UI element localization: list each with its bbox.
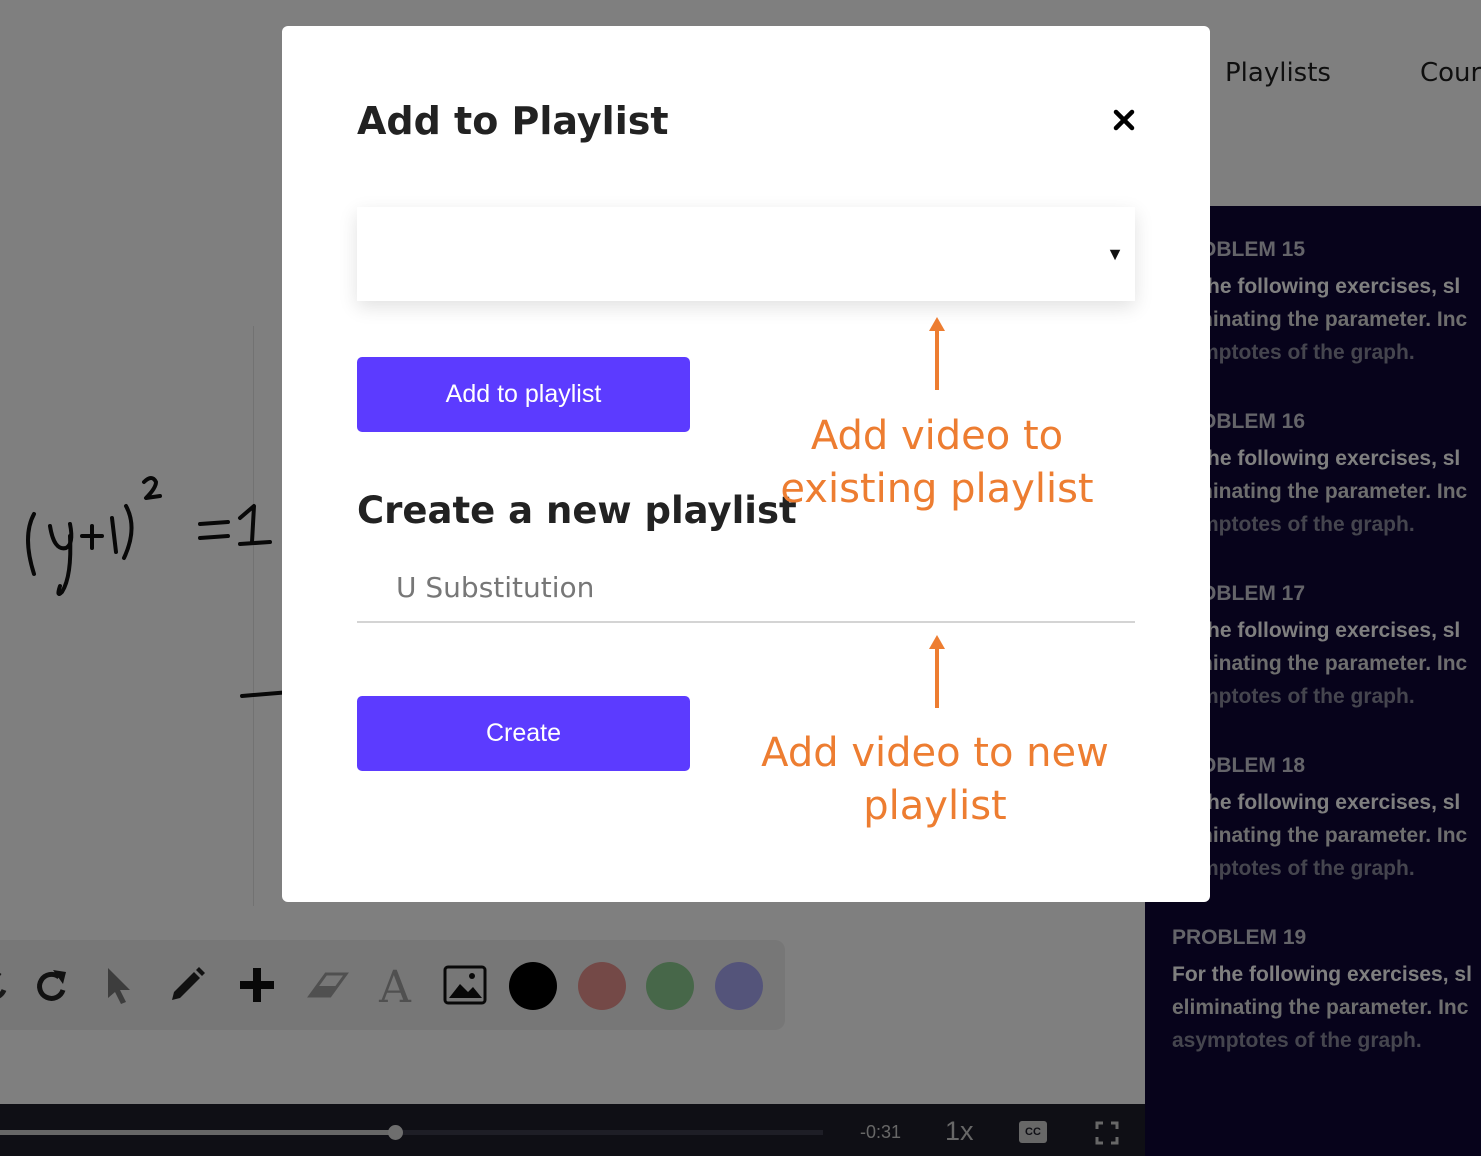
annotation-existing-playlist: Add video to existing playlist (737, 410, 1137, 516)
annotation-line: Add video to new (761, 730, 1109, 776)
playlist-select[interactable]: ▼ (357, 207, 1135, 301)
annotation-line: playlist (863, 783, 1007, 829)
annotation-new-playlist: Add video to new playlist (735, 727, 1135, 833)
modal-title: Add to Playlist (357, 99, 669, 143)
create-button[interactable]: Create (357, 696, 690, 771)
create-playlist-heading: Create a new playlist (357, 489, 797, 532)
chevron-down-icon: ▼ (1106, 244, 1124, 264)
add-to-playlist-button[interactable]: Add to playlist (357, 357, 690, 432)
annotation-arrow-shaft (935, 328, 939, 390)
new-playlist-name-input[interactable] (357, 553, 1135, 623)
annotation-line: existing playlist (780, 466, 1094, 512)
close-icon[interactable] (1112, 108, 1136, 132)
annotation-arrow-shaft (935, 646, 939, 708)
annotation-line: Add video to (810, 413, 1064, 459)
